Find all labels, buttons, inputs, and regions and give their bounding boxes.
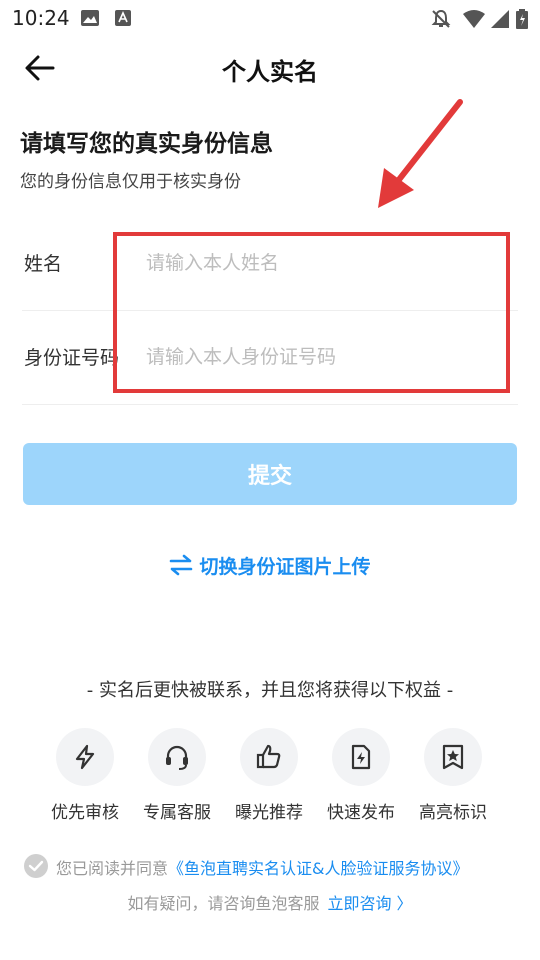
benefit-item: 快速发布 — [314, 728, 408, 823]
switch-upload-link[interactable]: 切换身份证图片上传 — [0, 552, 540, 581]
agreement-checkbox[interactable] — [24, 854, 48, 878]
app-notification-icon — [114, 9, 132, 31]
agreement-link[interactable]: 《鱼泡直聘实名认证&人脸验证服务协议》 — [168, 859, 468, 878]
wifi-icon — [462, 9, 486, 33]
benefit-label: 优先审核 — [51, 803, 119, 823]
headset-icon — [148, 728, 206, 786]
status-bar: 10:24 — [0, 0, 540, 36]
submit-button[interactable]: 提交 — [23, 443, 517, 505]
benefit-label: 曝光推荐 — [235, 803, 303, 823]
benefits-list: 优先审核 专属客服 曝光推荐 快速发布 高亮标识 — [38, 728, 508, 828]
help-text: 如有疑问，请咨询鱼泡客服 — [127, 894, 320, 913]
benefit-item: 优先审核 — [38, 728, 132, 823]
help-row: 如有疑问，请咨询鱼泡客服 立即咨询 〉 — [0, 890, 540, 914]
page-title: 个人实名 — [222, 58, 318, 86]
benefit-item: 曝光推荐 — [222, 728, 316, 823]
benefit-item: 高亮标识 — [406, 728, 500, 823]
benefit-label: 快速发布 — [327, 803, 395, 823]
gallery-icon — [80, 9, 100, 31]
silent-mode-icon — [430, 9, 452, 33]
annotation-arrow-icon — [370, 96, 470, 216]
id-number-label: 身份证号码 — [24, 347, 120, 369]
form-heading: 请填写您的真实身份信息 — [20, 131, 273, 157]
signal-icon — [490, 9, 510, 33]
swap-arrows-icon — [169, 554, 193, 581]
battery-icon — [516, 9, 528, 33]
benefit-label: 高亮标识 — [419, 803, 487, 823]
bookmark-star-icon — [424, 728, 482, 786]
check-icon — [28, 860, 44, 872]
agreement-row: 您已阅读并同意《鱼泡直聘实名认证&人脸验证服务协议》 — [24, 852, 524, 882]
row-divider — [22, 404, 518, 405]
switch-upload-label: 切换身份证图片上传 — [199, 556, 371, 578]
status-time: 10:24 — [12, 6, 70, 30]
consult-link[interactable]: 立即咨询 〉 — [327, 894, 412, 913]
annotation-highlight-box — [113, 232, 510, 393]
quick-publish-icon — [332, 728, 390, 786]
agreement-prefix: 您已阅读并同意 — [56, 859, 169, 878]
form-subheading: 您的身份信息仅用于核实身份 — [20, 172, 241, 192]
lightning-icon — [56, 728, 114, 786]
benefits-title: - 实名后更快被联系，并且您将获得以下权益 - — [86, 680, 454, 701]
thumbs-up-icon — [240, 728, 298, 786]
nav-bar: 个人实名 — [0, 38, 540, 98]
benefit-label: 专属客服 — [143, 803, 211, 823]
benefit-item: 专属客服 — [130, 728, 224, 823]
name-label: 姓名 — [24, 253, 63, 275]
